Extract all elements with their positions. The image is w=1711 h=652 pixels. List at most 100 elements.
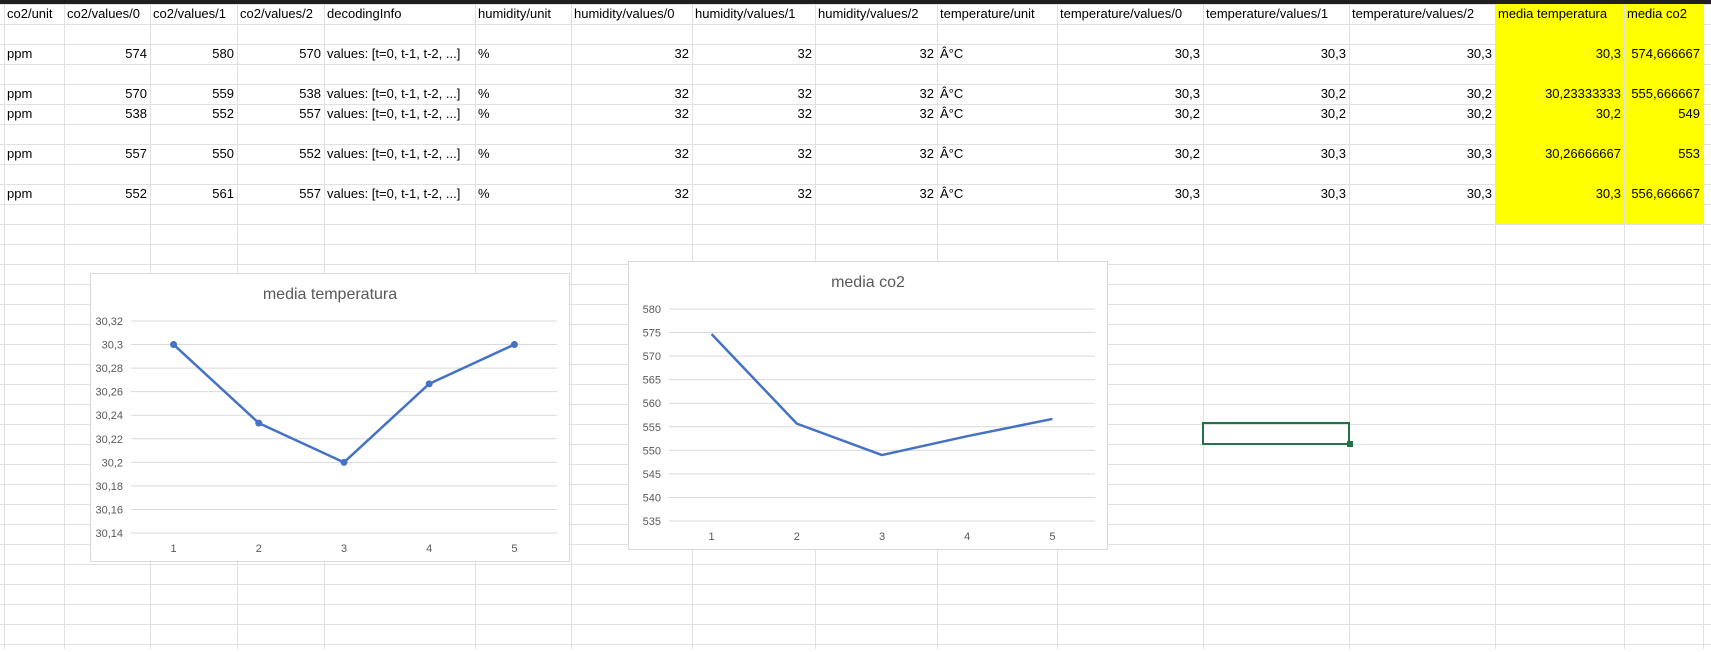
table-cell[interactable]: 32 [571,84,692,104]
header-cell[interactable]: co2/unit [4,4,64,24]
header-cell[interactable]: temperature/values/2 [1349,4,1495,24]
table-cell[interactable]: 580 [150,44,237,64]
table-cell[interactable]: 559 [150,84,237,104]
selected-cell[interactable] [1202,422,1350,445]
table-cell[interactable]: ppm [4,144,64,164]
table-cell[interactable]: 30,3 [1203,144,1349,164]
table-cell[interactable]: 30,3 [1203,184,1349,204]
table-cell[interactable]: 30,3 [1057,184,1203,204]
table-cell[interactable]: % [475,84,571,104]
x-tick-label: 2 [794,531,800,543]
table-cell[interactable]: 30,3 [1495,184,1624,204]
table-cell[interactable]: 550 [150,144,237,164]
table-cell[interactable]: 30,3 [1203,44,1349,64]
table-cell[interactable]: 557 [64,144,150,164]
table-cell[interactable]: values: [t=0, t-1, t-2, ...] [324,84,475,104]
x-tick-label: 1 [171,543,177,555]
table-cell[interactable]: 556,666667 [1624,184,1703,204]
header-cell[interactable]: humidity/values/0 [571,4,692,24]
table-cell[interactable]: ppm [4,184,64,204]
header-cell[interactable]: temperature/values/0 [1057,4,1203,24]
table-cell[interactable]: 570 [64,84,150,104]
table-cell[interactable]: 30,2 [1349,104,1495,124]
table-cell[interactable]: 32 [571,144,692,164]
table-cell[interactable]: 30,26666667 [1495,144,1624,164]
table-cell[interactable]: 32 [692,84,815,104]
table-cell[interactable]: 30,2 [1057,104,1203,124]
table-cell[interactable]: values: [t=0, t-1, t-2, ...] [324,44,475,64]
table-cell[interactable]: 549 [1624,104,1703,124]
table-cell[interactable]: Â°C [937,104,1057,124]
table-cell[interactable]: 557 [237,104,324,124]
table-cell[interactable]: 552 [150,104,237,124]
y-tick-label: 30,14 [95,528,123,540]
chart-media-temperatura[interactable]: media temperatura 30,32 30,3 30,28 30,26 30,… [90,273,570,562]
header-cell[interactable]: co2/values/0 [64,4,150,24]
table-cell[interactable]: 30,3 [1057,44,1203,64]
table-cell[interactable]: 32 [815,184,937,204]
fill-handle[interactable] [1347,441,1353,447]
table-cell[interactable]: 553 [1624,144,1703,164]
table-cell[interactable]: 555,666667 [1624,84,1703,104]
table-cell[interactable]: 32 [692,144,815,164]
table-cell[interactable]: Â°C [937,144,1057,164]
table-cell[interactable]: 30,2 [1349,84,1495,104]
header-cell[interactable]: decodingInfo [324,4,475,24]
table-cell[interactable]: values: [t=0, t-1, t-2, ...] [324,144,475,164]
table-cell[interactable]: % [475,104,571,124]
table-cell[interactable]: 574,666667 [1624,44,1703,64]
table-cell[interactable]: Â°C [937,184,1057,204]
table-cell[interactable]: 552 [64,184,150,204]
table-cell[interactable]: Â°C [937,44,1057,64]
header-cell[interactable]: co2/values/2 [237,4,324,24]
table-cell[interactable]: 32 [692,104,815,124]
table-cell[interactable]: 30,23333333 [1495,84,1624,104]
chart-media-co2[interactable]: media co2 580 575 570 565 560 555 550 545 540 535… [628,261,1108,550]
table-cell[interactable]: 30,3 [1349,184,1495,204]
table-cell[interactable]: 538 [237,84,324,104]
table-cell[interactable]: values: [t=0, t-1, t-2, ...] [324,104,475,124]
table-cell[interactable]: 30,2 [1203,104,1349,124]
table-cell[interactable]: 32 [571,104,692,124]
header-cell[interactable]: temperature/unit [937,4,1057,24]
table-cell[interactable]: 32 [692,44,815,64]
table-cell[interactable]: 32 [571,44,692,64]
table-cell[interactable]: Â°C [937,84,1057,104]
table-cell[interactable]: 30,2 [1203,84,1349,104]
table-cell[interactable]: 30,3 [1495,44,1624,64]
header-cell[interactable]: co2/values/1 [150,4,237,24]
table-cell[interactable]: ppm [4,84,64,104]
header-cell[interactable]: humidity/unit [475,4,571,24]
table-cell[interactable]: 32 [571,184,692,204]
table-cell[interactable]: 538 [64,104,150,124]
table-cell[interactable]: 32 [815,144,937,164]
table-cell[interactable]: 557 [237,184,324,204]
table-cell[interactable]: 561 [150,184,237,204]
y-tick-label: 30,28 [95,363,123,375]
table-cell[interactable]: 32 [815,104,937,124]
x-tick-label: 4 [964,531,970,543]
table-cell[interactable]: values: [t=0, t-1, t-2, ...] [324,184,475,204]
table-cell[interactable]: 30,3 [1349,44,1495,64]
table-cell[interactable]: 574 [64,44,150,64]
table-cell[interactable]: 32 [815,44,937,64]
header-cell[interactable]: humidity/values/1 [692,4,815,24]
header-cell[interactable]: temperature/values/1 [1203,4,1349,24]
table-cell[interactable]: ppm [4,104,64,124]
table-cell[interactable]: % [475,144,571,164]
data-point [340,458,348,466]
table-cell[interactable]: 30,2 [1057,144,1203,164]
table-cell[interactable]: 30,3 [1057,84,1203,104]
table-cell[interactable]: 30,2 [1495,104,1624,124]
table-cell[interactable]: % [475,44,571,64]
table-cell[interactable]: 32 [692,184,815,204]
table-cell[interactable]: 570 [237,44,324,64]
table-cell[interactable]: 30,3 [1349,144,1495,164]
table-cell[interactable]: % [475,184,571,204]
table-cell[interactable]: 32 [815,84,937,104]
table-cell[interactable]: 552 [237,144,324,164]
header-cell[interactable]: media co2 [1624,4,1703,24]
header-cell[interactable]: humidity/values/2 [815,4,937,24]
header-cell[interactable]: media temperatura [1495,4,1624,24]
table-cell[interactable]: ppm [4,44,64,64]
